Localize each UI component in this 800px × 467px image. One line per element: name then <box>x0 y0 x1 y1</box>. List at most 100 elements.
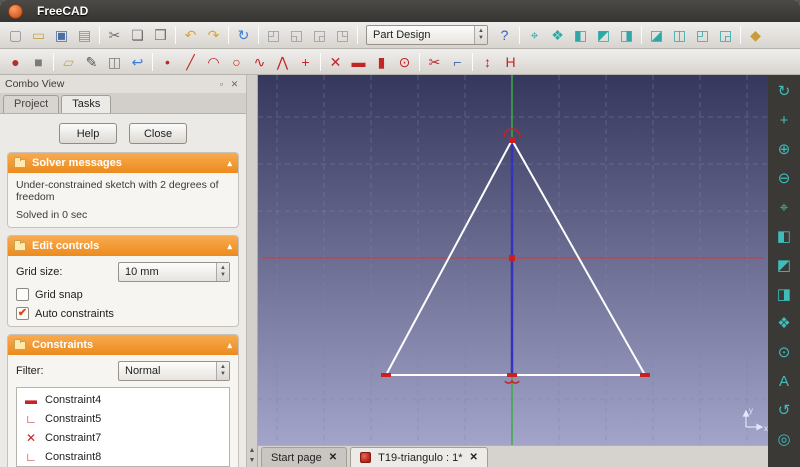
constraint-row[interactable]: ∟ Constraint8 <box>17 447 229 466</box>
box-edge-button[interactable]: ◲ <box>308 24 331 46</box>
trim-edge-button[interactable]: ✂ <box>423 51 446 73</box>
new-file-button[interactable]: ▢ <box>4 24 27 46</box>
help-button[interactable]: Help <box>59 123 117 144</box>
sketch-polyline-button[interactable]: ⋀ <box>271 51 294 73</box>
axis-cross-button[interactable]: A <box>772 370 796 393</box>
panel-scrollbar[interactable]: ▲ ▼ <box>246 75 258 467</box>
sketch-bspline-button[interactable]: ∿ <box>248 51 271 73</box>
close-tab-icon[interactable]: ✕ <box>470 452 478 463</box>
left-view-button[interactable]: ◰ <box>691 24 714 46</box>
tab-document[interactable]: T19-triangulo : 1* ✕ <box>350 447 488 467</box>
constraints-header[interactable]: Constraints ▴ <box>8 335 238 355</box>
sketch-coordinate-button[interactable]: + <box>294 51 317 73</box>
box-element-button[interactable]: ◰ <box>262 24 285 46</box>
sketch-arc-button[interactable]: ◠ <box>202 51 225 73</box>
sketch-base-midpoint[interactable] <box>507 373 517 377</box>
spin-up-icon[interactable]: ▲ <box>220 265 226 272</box>
orbit-button[interactable]: ↻ <box>772 80 796 103</box>
map-sketch-button[interactable]: ◫ <box>103 51 126 73</box>
filter-select[interactable]: Normal ▲▼ <box>118 361 230 381</box>
close-task-button[interactable]: Close <box>129 123 187 144</box>
whats-this-button[interactable]: ? <box>493 24 516 46</box>
constrain-lock-button[interactable]: ⊙ <box>393 51 416 73</box>
zoom-in-button[interactable]: ⊕ <box>772 138 796 161</box>
constrain-vertical-distance-button[interactable]: ↕ <box>476 51 499 73</box>
bottom-view-button[interactable]: ◫ <box>668 24 691 46</box>
save-file-button[interactable]: ▣ <box>50 24 73 46</box>
float-panel-icon[interactable]: ▫ <box>215 79 228 89</box>
new-sketch-button[interactable]: ▱ <box>57 51 80 73</box>
window-close-button[interactable] <box>8 4 23 19</box>
axonometric-view-button[interactable]: ❖ <box>772 312 796 335</box>
close-tab-icon[interactable]: ✕ <box>329 452 337 463</box>
sketch-origin-point[interactable] <box>509 255 515 261</box>
external-geometry-button[interactable]: ⌐ <box>446 51 469 73</box>
axonometric-view-button[interactable]: ❖ <box>546 24 569 46</box>
box-vertex-button[interactable]: ◳ <box>331 24 354 46</box>
grid-snap-checkbox[interactable]: ✔ <box>16 288 29 301</box>
sketch-point-button[interactable]: • <box>156 51 179 73</box>
constrain-horizontal-distance-button[interactable]: H <box>499 51 522 73</box>
refresh-button[interactable]: ↻ <box>232 24 255 46</box>
sketch-line-button[interactable]: ╱ <box>179 51 202 73</box>
sketch-vertex-right[interactable] <box>640 373 650 377</box>
cut-button[interactable]: ✂ <box>103 24 126 46</box>
tab-start-page[interactable]: Start page ✕ <box>261 447 347 467</box>
iso-view-button[interactable]: ◲ <box>714 24 737 46</box>
edit-sketch-button[interactable]: ✎ <box>80 51 103 73</box>
zoom-out-button[interactable]: ⊖ <box>772 167 796 190</box>
macro-record-button[interactable]: ● <box>4 51 27 73</box>
spin-up-icon[interactable]: ▲ <box>478 28 484 35</box>
redo-button[interactable]: ↷ <box>202 24 225 46</box>
sketch-circle-button[interactable]: ○ <box>225 51 248 73</box>
spin-down-icon[interactable]: ▼ <box>220 371 226 378</box>
constrain-coincident-button[interactable]: ✕ <box>324 51 347 73</box>
top-view-button[interactable]: ◩ <box>772 254 796 277</box>
copy-button[interactable]: ❏ <box>126 24 149 46</box>
pan-button[interactable]: + <box>772 109 796 132</box>
auto-constraints-row[interactable]: ✔ Auto constraints <box>16 307 230 320</box>
3d-viewport[interactable]: x y <box>258 75 768 445</box>
scroll-up-icon[interactable]: ▲ <box>249 447 256 454</box>
spin-down-icon[interactable]: ▼ <box>220 272 226 279</box>
edit-controls-header[interactable]: Edit controls ▴ <box>8 236 238 256</box>
right-view-button[interactable]: ◨ <box>772 283 796 306</box>
spin-up-icon[interactable]: ▲ <box>220 364 226 371</box>
open-file-button[interactable]: ▭ <box>27 24 50 46</box>
top-view-button[interactable]: ◩ <box>592 24 615 46</box>
collapse-icon[interactable]: ▴ <box>227 340 232 351</box>
constraint-row[interactable]: ✕ Constraint7 <box>17 428 229 447</box>
workbench-selector[interactable]: Part Design ▲▼ <box>366 25 488 45</box>
constraint-row[interactable]: ▬ Constraint4 <box>17 390 229 409</box>
macro-stop-button[interactable]: ■ <box>27 51 50 73</box>
fit-all-button[interactable]: ⌖ <box>523 24 546 46</box>
constrain-horizontal-button[interactable]: ▬ <box>347 51 370 73</box>
paste-button[interactable]: ❒ <box>149 24 172 46</box>
undo-button[interactable]: ↶ <box>179 24 202 46</box>
tab-project[interactable]: Project <box>3 95 59 113</box>
leave-sketch-button[interactable]: ↩ <box>126 51 149 73</box>
grid-size-select[interactable]: 10 mm ▲▼ <box>118 262 230 282</box>
constraint-row[interactable]: ∟ Constraint5 <box>17 409 229 428</box>
lock-view-button[interactable]: ⊙ <box>772 341 796 364</box>
measure-distance-button[interactable]: ◆ <box>744 24 767 46</box>
solver-messages-header[interactable]: Solver messages ▴ <box>8 153 238 173</box>
spin-down-icon[interactable]: ▼ <box>478 35 484 42</box>
grid-snap-row[interactable]: ✔ Grid snap <box>16 288 230 301</box>
front-view-button[interactable]: ◧ <box>569 24 592 46</box>
box-face-button[interactable]: ◱ <box>285 24 308 46</box>
sketch-vertex-left[interactable] <box>381 373 391 377</box>
sketch-vertex-apex[interactable] <box>509 137 515 143</box>
right-view-button[interactable]: ◨ <box>615 24 638 46</box>
print-button[interactable]: ▤ <box>73 24 96 46</box>
sketch-canvas[interactable]: x y <box>258 75 768 445</box>
fit-view-button[interactable]: ⌖ <box>772 196 796 219</box>
tab-tasks[interactable]: Tasks <box>61 95 111 113</box>
rotate-ccw-button[interactable]: ↺ <box>772 399 796 422</box>
front-view-button[interactable]: ◧ <box>772 225 796 248</box>
scroll-down-icon[interactable]: ▼ <box>249 457 256 464</box>
constrain-vertical-button[interactable]: ▮ <box>370 51 393 73</box>
center-view-button[interactable]: ◎ <box>772 428 796 451</box>
auto-constraints-checkbox[interactable]: ✔ <box>16 307 29 320</box>
collapse-icon[interactable]: ▴ <box>227 158 232 169</box>
